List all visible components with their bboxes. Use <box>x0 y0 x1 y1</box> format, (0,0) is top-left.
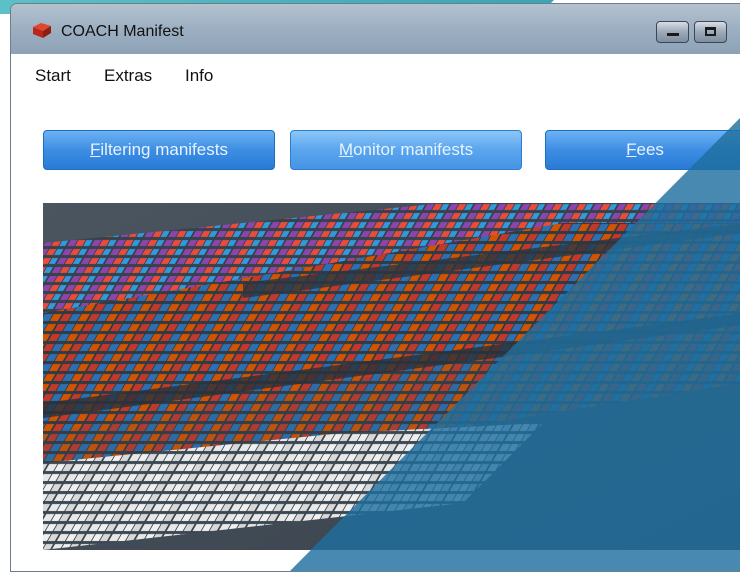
monitor-manifests-button[interactable]: Monitor manifests <box>290 130 522 170</box>
app-icon <box>33 23 51 38</box>
menu-bar: Start Extras Info <box>11 54 740 91</box>
container-terminal-image <box>43 203 740 550</box>
window-title: COACH Manifest <box>61 23 184 40</box>
title-bar[interactable]: COACH Manifest <box>11 4 740 54</box>
maximize-icon <box>705 27 716 36</box>
minimize-button[interactable] <box>656 21 689 43</box>
menu-start[interactable]: Start <box>35 66 71 86</box>
menu-info[interactable]: Info <box>185 66 213 86</box>
maximize-button[interactable] <box>694 21 727 43</box>
menu-extras[interactable]: Extras <box>104 66 152 86</box>
minimize-icon <box>667 33 679 36</box>
fees-button[interactable]: Fees <box>545 130 740 170</box>
filtering-manifests-button[interactable]: Filtering manifests <box>43 130 275 170</box>
